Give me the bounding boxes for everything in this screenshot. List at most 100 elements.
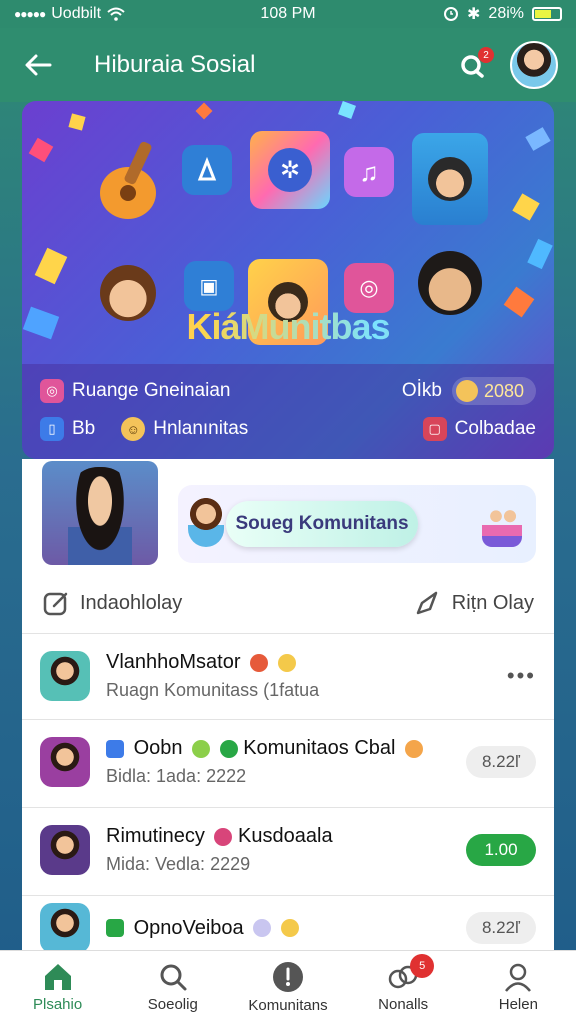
row1-right: Oİkb 2080 [402,377,536,405]
camera-icon: ◎ [359,275,379,300]
confetti-decoration [28,137,54,163]
music-note-icon: ♫ [359,156,379,187]
confetti-decoration [512,193,540,221]
featured-thumbnail[interactable] [42,461,158,565]
list-item[interactable]: OpnoVeiboa 8.22ľ [22,885,554,959]
nav-community[interactable]: Komunitans [233,961,343,1014]
promo-banner[interactable]: Soueg Komunitans [178,485,536,563]
status-chip[interactable]: 8.22ľ [466,912,536,944]
nav-label: Soeolig [147,996,198,1013]
bluetooth-icon: ✱ [467,6,481,23]
row-avatar [40,737,90,787]
left-action-label: Indaohlolay [80,591,183,614]
hero-info-row-2: ▯ Bb ☺ Hnlanınitas ▢ Colbadae [40,417,536,441]
heart-emoji-icon [214,827,233,846]
guitar-icon [100,141,156,219]
hero-info-row-1: ◎ Ruange Gneinaian Oİkb 2080 [40,377,536,405]
smile-emoji-icon [277,653,296,672]
app-bar: Hiburaia Sosial 2 [0,28,576,102]
confetti-decoration [338,101,356,119]
nav-label: Helen [498,996,538,1013]
play-tile [182,145,232,195]
row-title-text: Oobn [133,737,183,759]
row-text: OpnoVeiboa [106,917,466,940]
status-chip[interactable]: 8.22ľ [466,746,536,778]
row-subtitle: Mida: Vedla: 2229 [106,854,251,874]
notifications-button[interactable]: 2 [452,45,494,85]
nav-label: Plsahio [32,996,83,1013]
page-title: Hiburaia Sosial [94,51,256,78]
search-icon [160,964,187,991]
nav-label: Nonalls [378,996,429,1013]
fan-tile: ✲ [250,131,330,209]
coin-count: 2080 [483,380,524,401]
dancers-illustration [482,503,522,547]
confetti-decoration [34,247,68,285]
battery-percent: 28i% [488,5,524,22]
left-action-button[interactable]: Indaohlolay [42,589,182,617]
list-item[interactable]: Oobn Komunitaos Cbal Bidla: 1ada: 2222 8… [22,719,554,805]
row-title-text: Rimutinecy [106,825,205,847]
wifi-icon [107,7,125,21]
phone-icon: ▯ [40,417,64,441]
right-action-label: Riṭn Olay [451,591,534,614]
user-avatar[interactable] [510,41,558,89]
more-options-button[interactable]: ••• [507,663,536,689]
confetti-decoration [195,102,213,120]
green-emoji-icon [192,739,211,758]
signal-icon: ●●●●● [14,7,46,21]
row-avatar [40,825,90,875]
woman-illustration [68,467,132,565]
feed-card: Soueg Komunitans Indaohlolay Riṭn Olay V… [22,459,554,959]
promo-pill[interactable]: Soueg Komunitans [226,501,418,547]
coin-icon [455,380,478,402]
status-chip[interactable]: 1.00 [466,834,536,866]
check-icon [106,919,124,938]
bottom-navigation: Plsahio Soeolig Komunitans 5 Nonalls Hel… [0,950,576,1024]
nav-profile[interactable]: Helen [463,962,573,1013]
status-right: ✱ 28i% [443,4,562,24]
right-action-button[interactable]: Riṭn Olay [414,589,534,617]
row-text: Rimutinecy Kusdoaala Mida: Vedla: 2229 [106,825,466,875]
angry-emoji-icon [250,653,269,672]
confetti-decoration [525,127,551,151]
profile-icon [505,963,532,992]
instagram-icon: ◎ [40,379,64,403]
back-button[interactable] [18,45,58,85]
chat-icon [106,739,124,758]
row-avatar [40,903,90,953]
alarm-icon [444,7,459,21]
photo-tile: ▣ [184,261,234,311]
status-bar: ●●●●● Uodbilt 108 PM ✱ 28i% [0,0,576,28]
nav-notifications[interactable]: 5 Nonalls [348,954,458,1013]
notification-badge: 5 [410,954,435,978]
row-title-text: VlanhhoMsator [106,651,241,673]
list-item[interactable]: VlanhhoMsator Ruagn Komunitass (1fatua •… [22,633,554,719]
nav-label: Komunitans [248,997,328,1014]
hero-title: KiáMunitbas [22,306,554,348]
battery-icon [532,7,562,21]
hero-banner[interactable]: ✲ ♫ ▣ ◎ KiáMunitbas ◎ Ruange Gneinaian O… [22,101,554,459]
nav-search[interactable]: Soeolig [118,962,228,1013]
row2-mid-label[interactable]: Hnlanınitas [153,418,248,440]
fan-icon: ✲ [268,148,312,192]
row2-right-label[interactable]: Colbadae [455,418,536,440]
nav-home[interactable]: Plsahio [3,962,113,1013]
row2-left-label[interactable]: Bb [72,418,95,440]
singer-tile [412,133,488,225]
row1-label[interactable]: Ruange Gneinaian [72,380,230,402]
smile-emoji-icon [280,919,299,938]
play-icon [197,157,217,181]
community-icon [272,962,303,992]
face-emoji-icon [405,739,424,758]
row-title-suffix: Komunitaos Cbal [243,737,396,759]
row-text: VlanhhoMsator Ruagn Komunitass (1fatua [106,651,507,701]
status-left: ●●●●● Uodbilt [14,5,125,23]
row1-right-text: Oİkb [401,380,442,401]
arrow-left-icon [25,54,52,76]
row-title-text: OpnoVeiboa [133,916,244,939]
row-avatar [40,651,90,701]
list-item[interactable]: Rimutinecy Kusdoaala Mida: Vedla: 2229 1… [22,807,554,893]
coin-count-chip[interactable]: 2080 [451,377,536,405]
confetti-decoration [68,113,86,131]
